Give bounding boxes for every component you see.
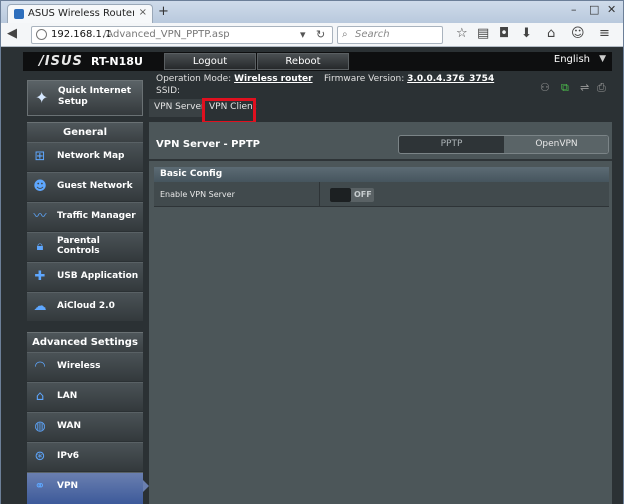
- logout-button[interactable]: Logout: [164, 53, 256, 70]
- reload-icon[interactable]: ↻: [316, 28, 325, 41]
- clients-icon[interactable]: ⚇: [540, 81, 550, 94]
- tab-bar: ASUS Wireless Router RT-N... × + – □ ✕: [1, 1, 623, 23]
- sidebar-item-label: AiCloud 2.0: [57, 301, 115, 311]
- sidebar-item-label: Wireless: [57, 361, 101, 371]
- chevron-down-icon[interactable]: ▼: [599, 54, 606, 64]
- op-mode-label: Operation Mode:: [156, 74, 232, 84]
- sidebar-item-usb-application[interactable]: ✚ USB Application: [27, 262, 143, 291]
- router-page: /ISUS RT-N18U Logout Reboot English ▼ Op…: [1, 48, 623, 504]
- printer-icon[interactable]: ⎙: [597, 81, 606, 95]
- traffic-manager-icon: 〰: [33, 209, 47, 224]
- vpn-icon: ⚭: [34, 479, 46, 494]
- divider: [319, 182, 320, 207]
- operation-mode: Operation Mode: Wireless router Firmware…: [156, 74, 494, 84]
- sidebar-item-wireless[interactable]: ◠ Wireless: [27, 352, 143, 381]
- op-mode-link[interactable]: Wireless router: [234, 74, 312, 84]
- quick-internet-setup-button[interactable]: ✦ Quick Internet Setup: [27, 80, 143, 116]
- ipv6-icon: ⊛: [34, 449, 46, 464]
- download-icon[interactable]: ⬇: [521, 26, 532, 41]
- basic-config-header: Basic Config: [154, 167, 609, 182]
- tab-vpn-server[interactable]: VPN Server: [149, 99, 210, 117]
- globe-icon: [36, 29, 47, 40]
- sidebar-item-label: IPv6: [57, 451, 80, 461]
- toggle-knob: [330, 188, 351, 202]
- sidebar-item-label: Parental Controls: [57, 236, 100, 256]
- guest-network-icon: ☻: [33, 179, 47, 194]
- lock-icon: 🔒︎: [36, 239, 44, 254]
- enable-vpn-toggle[interactable]: OFF: [330, 188, 374, 202]
- usb-icon[interactable]: ⇌: [580, 81, 589, 94]
- firmware-link[interactable]: 3.0.0.4.376_3754: [407, 74, 494, 84]
- reboot-button[interactable]: Reboot: [257, 53, 349, 70]
- sidebar-item-label: Traffic Manager: [57, 211, 136, 221]
- address-bar[interactable]: 192.168.1.1 /Advanced_VPN_PPTP.asp ▾ ↻: [31, 26, 333, 44]
- page-title: VPN Server - PPTP: [156, 139, 260, 150]
- favicon-icon: [14, 9, 24, 19]
- enable-vpn-label: Enable VPN Server: [160, 190, 235, 199]
- pptp-button[interactable]: PPTP: [399, 136, 504, 153]
- ssid-label: SSID:: [156, 86, 181, 96]
- sidebar-item-label: Guest Network: [57, 181, 133, 191]
- sidebar-item-label: Network Map: [57, 151, 125, 161]
- search-placeholder: Search: [355, 29, 390, 40]
- wifi-icon: ◠: [34, 359, 46, 374]
- browser-window: ASUS Wireless Router RT-N... × + – □ ✕ ◀…: [0, 0, 624, 504]
- sidebar-item-label: LAN: [57, 391, 78, 401]
- star-icon[interactable]: ☆: [456, 26, 468, 41]
- nav-bar: ◀ 192.168.1.1 /Advanced_VPN_PPTP.asp ▾ ↻…: [1, 23, 623, 47]
- network-map-icon: ⊞: [34, 149, 46, 164]
- main-content: VPN Server - PPTP PPTP OpenVPN Basic Con…: [149, 122, 612, 504]
- tab-title: ASUS Wireless Router RT-N...: [28, 8, 134, 19]
- browser-tab[interactable]: ASUS Wireless Router RT-N... ×: [7, 4, 153, 23]
- dropdown-icon[interactable]: ▾: [300, 28, 306, 41]
- globe-icon: ◍: [34, 419, 46, 434]
- magic-wand-icon: ✦: [35, 88, 49, 107]
- sidebar-item-vpn[interactable]: ⚭ VPN: [27, 472, 143, 504]
- enable-vpn-row: Enable VPN Server OFF: [154, 182, 609, 207]
- sidebar-item-label: VPN: [57, 481, 79, 491]
- search-icon: ⌕: [342, 29, 348, 40]
- sidebar-item-ipv6[interactable]: ⊛ IPv6: [27, 442, 143, 471]
- toggle-state: OFF: [354, 190, 372, 199]
- sidebar-item-parental-controls[interactable]: 🔒︎ Parental Controls: [27, 232, 143, 261]
- firmware-label: Firmware Version:: [324, 74, 405, 84]
- close-window-button[interactable]: ✕: [607, 3, 616, 16]
- back-icon[interactable]: ◀: [7, 26, 17, 41]
- house-icon: ⌂: [35, 389, 45, 404]
- openvpn-button[interactable]: OpenVPN: [504, 136, 608, 153]
- maximize-button[interactable]: □: [589, 3, 599, 16]
- section-general: General: [27, 122, 143, 142]
- chat-icon[interactable]: ☺: [571, 26, 585, 41]
- tab-close-icon[interactable]: ×: [139, 7, 147, 18]
- minimize-button[interactable]: –: [571, 3, 577, 16]
- url-path: /Advanced_VPN_PPTP.asp: [103, 29, 230, 40]
- menu-icon[interactable]: ≡: [599, 26, 610, 41]
- protocol-switch: PPTP OpenVPN: [398, 135, 609, 154]
- pocket-icon[interactable]: ◘: [499, 26, 509, 41]
- highlight-box: [202, 98, 256, 124]
- asus-logo: /ISUS: [39, 54, 83, 69]
- router-model: RT-N18U: [91, 55, 143, 68]
- sidebar-item-traffic-manager[interactable]: 〰 Traffic Manager: [27, 202, 143, 231]
- new-tab-button[interactable]: +: [158, 4, 169, 19]
- reading-list-icon[interactable]: ▤: [477, 26, 489, 41]
- sidebar-item-guest-network[interactable]: ☻ Guest Network: [27, 172, 143, 201]
- home-icon[interactable]: ⌂: [547, 26, 555, 41]
- sidebar-item-aicloud[interactable]: ☁ AiCloud 2.0: [27, 292, 143, 321]
- search-input[interactable]: ⌕ Search: [337, 26, 443, 44]
- section-advanced-settings: Advanced Settings: [27, 332, 143, 352]
- internet-status-icon[interactable]: ⧉: [561, 81, 569, 95]
- sidebar-item-label: USB Application: [57, 271, 139, 281]
- language-select[interactable]: English: [554, 54, 590, 65]
- divider: [149, 159, 612, 161]
- quick-setup-label: Quick Internet Setup: [58, 86, 132, 107]
- sidebar-item-wan[interactable]: ◍ WAN: [27, 412, 143, 441]
- puzzle-icon: ✚: [34, 269, 46, 284]
- sidebar-item-network-map[interactable]: ⊞ Network Map: [27, 142, 143, 171]
- cloud-icon: ☁: [33, 299, 47, 314]
- sidebar-item-label: WAN: [57, 421, 82, 431]
- sidebar-item-lan[interactable]: ⌂ LAN: [27, 382, 143, 411]
- router-top-bar: /ISUS RT-N18U Logout Reboot English ▼: [23, 52, 612, 71]
